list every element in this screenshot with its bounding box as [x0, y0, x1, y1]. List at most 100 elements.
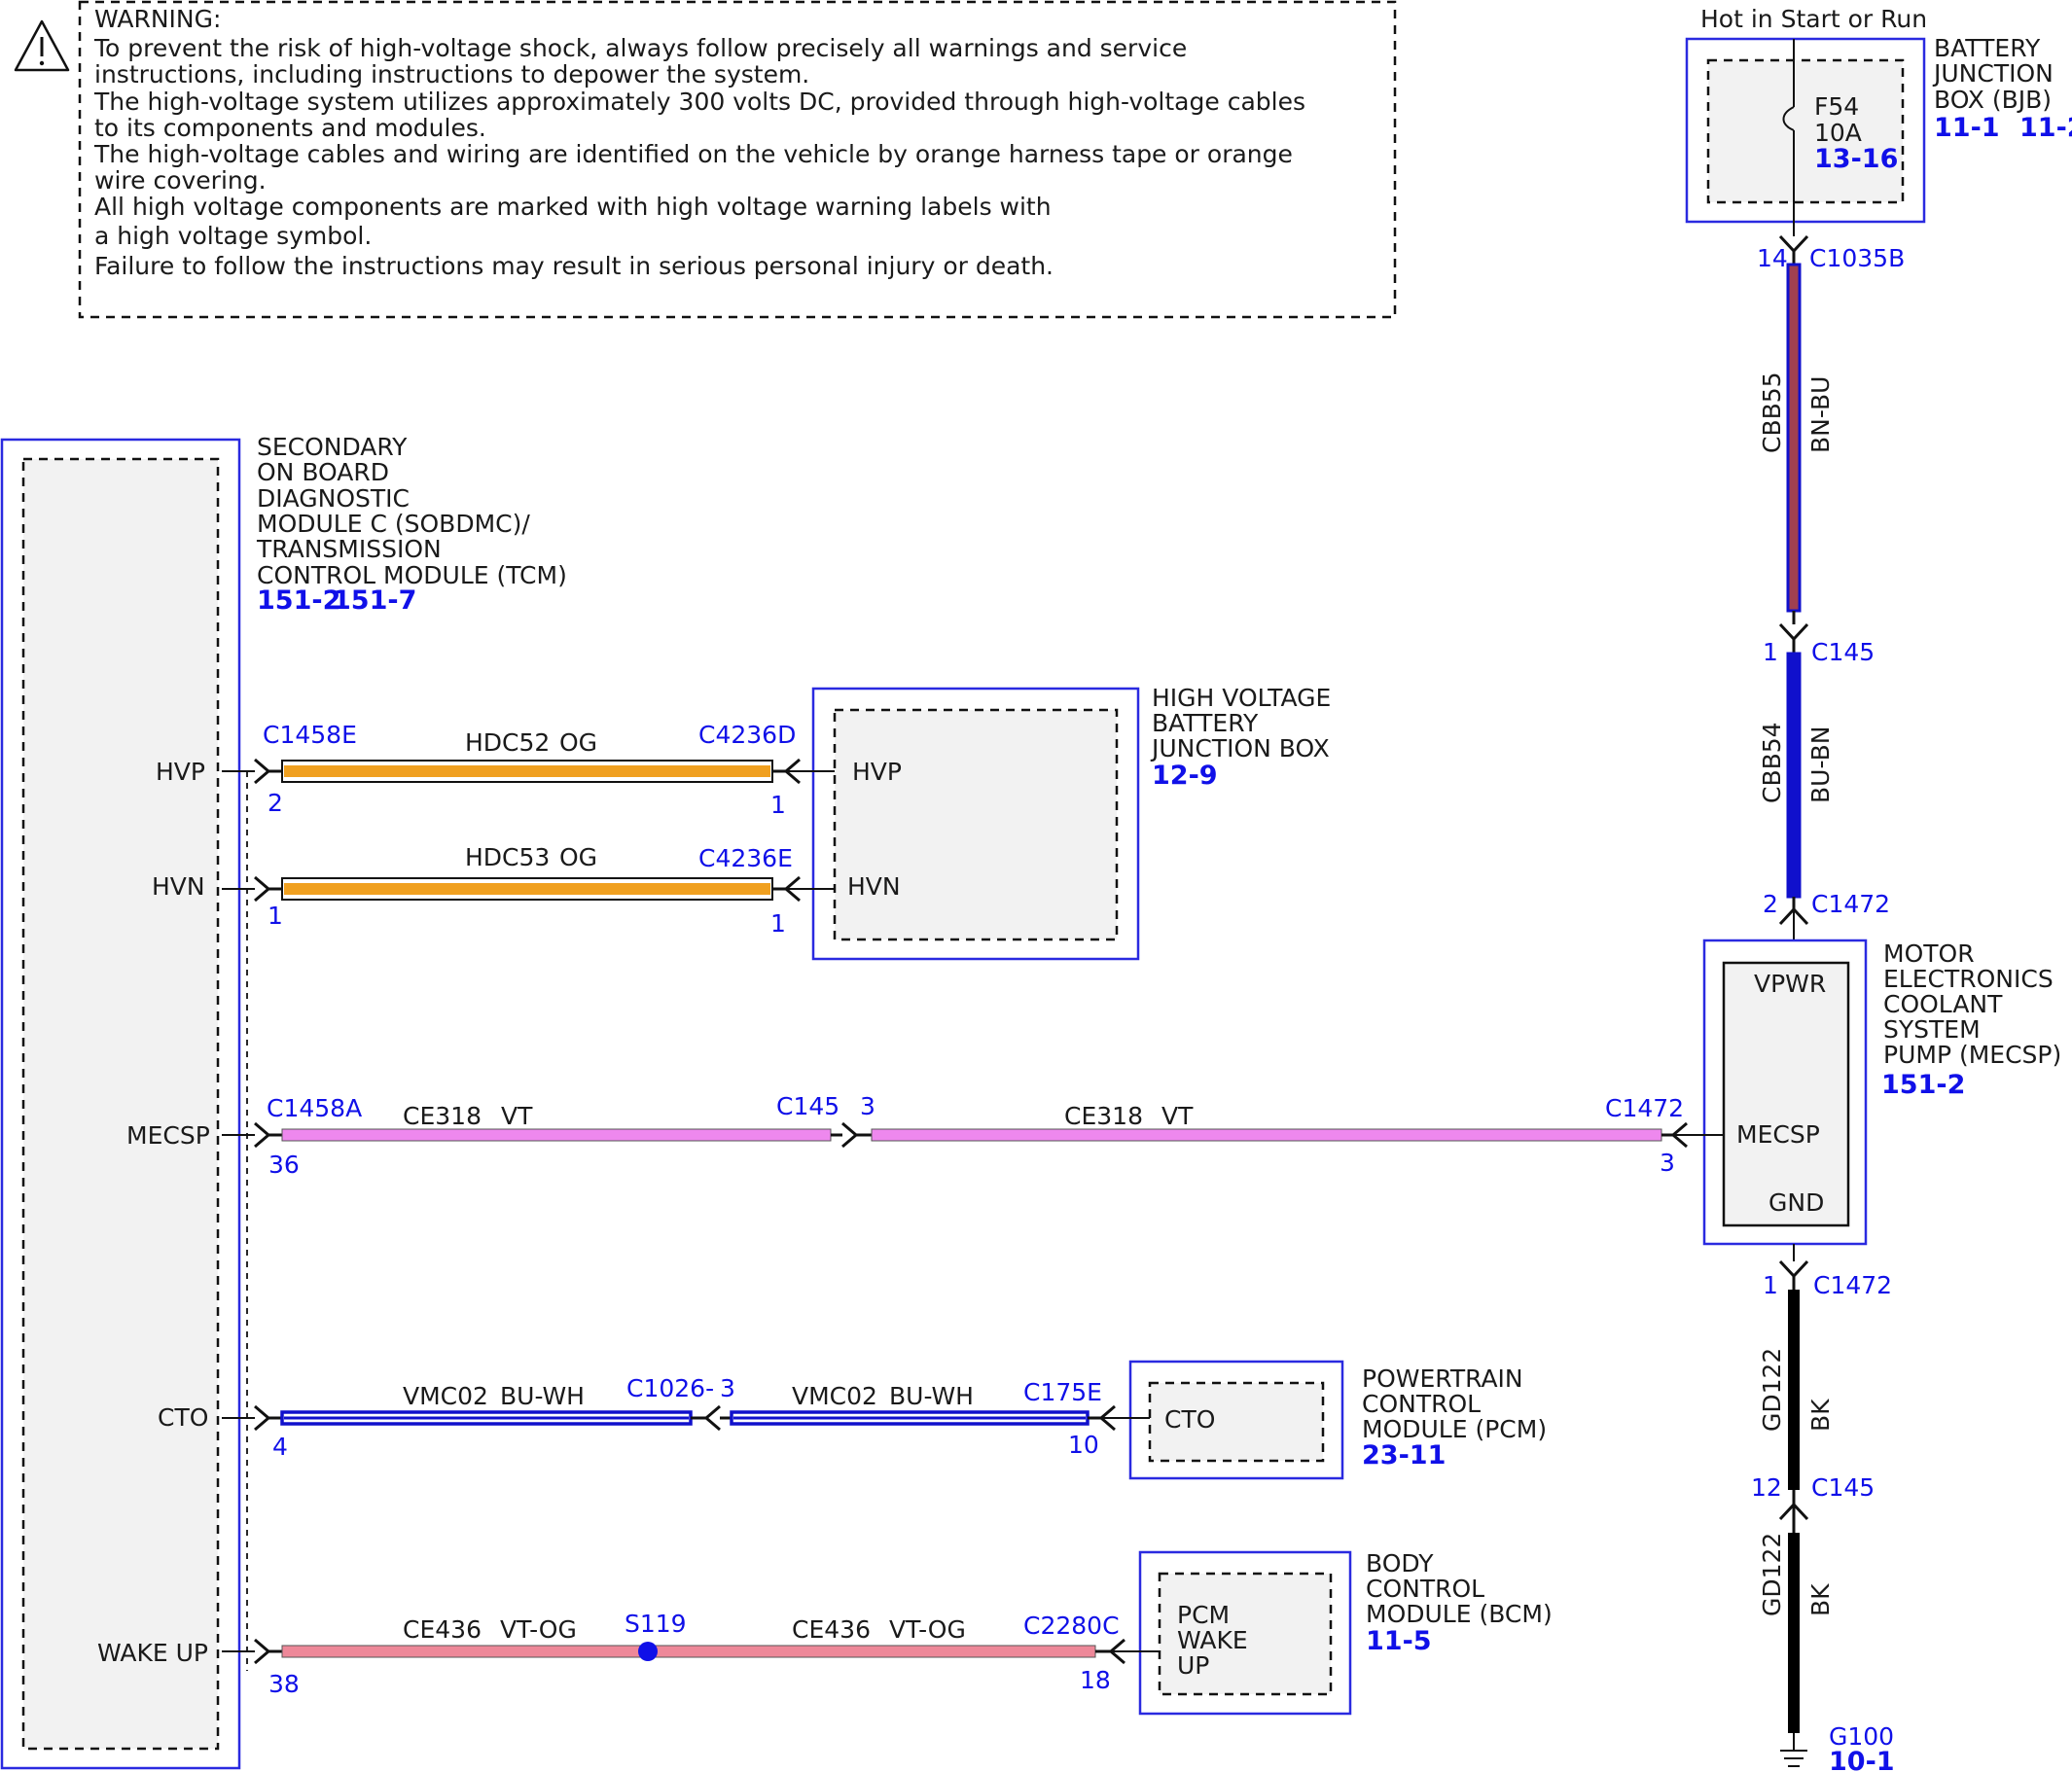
- splice-s119[interactable]: [638, 1642, 658, 1661]
- module-name-line: MOTOR: [1883, 939, 1975, 968]
- module-name-line: ON BOARD: [257, 458, 389, 486]
- pin-number: 3: [860, 1092, 875, 1120]
- page-ref-link[interactable]: 11-2: [2019, 113, 2072, 143]
- page-ref-link[interactable]: 151-7: [333, 585, 416, 616]
- page-ref-link[interactable]: 151-2: [257, 585, 340, 616]
- connector-id: C1458E: [263, 721, 357, 749]
- pin-number: 18: [1080, 1666, 1111, 1694]
- pin-label: HVP: [156, 758, 205, 786]
- ground-symbol-icon: [1780, 1750, 1807, 1767]
- connector-id: C1035B: [1809, 244, 1905, 272]
- page-ref-link[interactable]: 12-9: [1152, 761, 1218, 791]
- circuit-label: VMC02: [403, 1382, 488, 1410]
- pin-label: GND: [1768, 1188, 1824, 1217]
- wire-color: OG: [559, 728, 597, 757]
- connector-id: C175E: [1023, 1378, 1102, 1406]
- pin-number: 2: [1763, 890, 1778, 918]
- page-ref-link[interactable]: 11-5: [1366, 1626, 1432, 1656]
- connector-id: C4236E: [698, 844, 793, 872]
- pin-number: 2: [268, 789, 283, 817]
- pin-number: 4: [272, 1433, 288, 1461]
- module-name-line: POWERTRAIN: [1362, 1364, 1523, 1393]
- wire-hdc53[interactable]: 1 HDC53 OG C4236E 1: [222, 843, 835, 938]
- mecsp-module[interactable]: VPWR MECSP GND MOTOR ELECTRONICS COOLANT…: [1702, 939, 2061, 1246]
- warning-line: The high-voltage cables and wiring are i…: [93, 140, 1293, 168]
- warning-triangle-icon: [14, 19, 70, 72]
- connector-id: C1472: [1813, 1271, 1892, 1299]
- circuit-label: CE436: [403, 1615, 482, 1644]
- power-source-label: Hot in Start or Run: [1700, 5, 1927, 33]
- pin-number: 10: [1068, 1431, 1099, 1459]
- page-ref-link[interactable]: 151-2: [1881, 1070, 1965, 1100]
- circuit-label: CBB54: [1758, 722, 1786, 803]
- connector-id: C2280C: [1023, 1612, 1120, 1640]
- warning-line: instructions, including instructions to …: [94, 60, 809, 89]
- hv-battery-junction-box[interactable]: HVP HVN HIGH VOLTAGE BATTERY JUNCTION BO…: [811, 684, 1331, 961]
- wire-gd122-upper[interactable]: GD122 BK: [1758, 1290, 1835, 1490]
- connector-c145-ground: 12 C145: [1751, 1473, 1875, 1533]
- connector-id: C145: [776, 1092, 840, 1120]
- fuse-ref[interactable]: 13-16: [1814, 144, 1898, 174]
- circuit-label: HDC53: [465, 843, 550, 871]
- pin-label: CTO: [158, 1403, 208, 1432]
- wire-cbb54[interactable]: CBB54 BU-BN: [1758, 652, 1835, 899]
- module-name-line: BOX (BJB): [1934, 86, 2052, 114]
- fuse-rating: 10A: [1814, 119, 1862, 147]
- wire-cbb55[interactable]: CBB55 BN-BU: [1758, 263, 1835, 613]
- warning-line: to its components and modules.: [94, 114, 486, 142]
- warning-heading: WARNING:: [94, 5, 221, 33]
- connector-id: C1458A: [267, 1094, 362, 1122]
- pin-number: 1: [268, 902, 283, 930]
- fuse-name: F54: [1814, 92, 1859, 121]
- pin-label: HVP: [852, 758, 902, 786]
- wire-ce318[interactable]: C1458A 36 CE318 VT C145 3 CE318 VT C1472…: [222, 1092, 1724, 1179]
- pin-label: HVN: [847, 872, 901, 901]
- pin-label: MECSP: [126, 1121, 210, 1150]
- wire-gd122-lower[interactable]: GD122 BK: [1758, 1533, 1835, 1733]
- module-name-line: BODY: [1366, 1549, 1434, 1577]
- connector-id: C1026-: [626, 1374, 714, 1402]
- wiring-diagram: WARNING: To prevent the risk of high-vol…: [0, 0, 2072, 1772]
- pin-label: HVN: [152, 872, 205, 901]
- pin-label: MECSP: [1736, 1120, 1820, 1149]
- module-name-line: COOLANT: [1883, 990, 2003, 1018]
- connector-id: C1472: [1811, 890, 1890, 918]
- bcm-module[interactable]: PCM WAKE UP BODY CONTROL MODULE (BCM) 11…: [1138, 1549, 1553, 1716]
- connector-c1035b: 14 C1035B: [1757, 234, 1905, 272]
- circuit-label: CE318: [1064, 1102, 1143, 1130]
- wire-color: BK: [1806, 1583, 1835, 1616]
- pin-label: VPWR: [1754, 970, 1826, 998]
- wire-ce436[interactable]: 38 CE436 VT-OG S119 CE436 VT-OG C2280C 1…: [222, 1610, 1160, 1698]
- module-name-line: MODULE (PCM): [1362, 1415, 1547, 1443]
- warning-line: Failure to follow the instructions may r…: [94, 252, 1054, 280]
- module-name-line: PUMP (MECSP): [1883, 1041, 2061, 1069]
- wire-color: BK: [1806, 1399, 1835, 1432]
- pin-label-line: WAKE: [1177, 1626, 1248, 1654]
- wire-vmc02[interactable]: 4 VMC02 BU-WH C1026- 3 VMC02 BU-WH C175E…: [222, 1374, 1150, 1461]
- circuit-label: CE318: [403, 1102, 482, 1130]
- connector-c1472-ground: 1 C1472: [1763, 1244, 1892, 1299]
- pin-number: 1: [1763, 638, 1778, 666]
- module-name-line: SYSTEM: [1883, 1015, 1981, 1044]
- pcm-module[interactable]: CTO POWERTRAIN CONTROL MODULE (PCM) 23-1…: [1128, 1360, 1547, 1480]
- wire-color: VT-OG: [889, 1615, 966, 1644]
- page-ref-link[interactable]: 10-1: [1829, 1747, 1895, 1772]
- module-name-line: BATTERY: [1934, 34, 2041, 62]
- page-ref-link[interactable]: 11-1: [1934, 113, 2000, 143]
- splice-id: S119: [625, 1610, 687, 1638]
- pin-label: CTO: [1164, 1405, 1215, 1434]
- warning-line: To prevent the risk of high-voltage shoc…: [93, 34, 1187, 62]
- module-name-line: CONTROL: [1366, 1575, 1484, 1603]
- module-name-line: BATTERY: [1152, 709, 1259, 737]
- circuit-label: GD122: [1758, 1348, 1786, 1432]
- page-ref-link[interactable]: 23-11: [1362, 1440, 1446, 1471]
- circuit-label: VMC02: [792, 1382, 877, 1410]
- battery-junction-box[interactable]: Hot in Start or Run F54 10A 13-16 BATTER…: [1685, 5, 2072, 236]
- module-name-line: ELECTRONICS: [1883, 965, 2054, 993]
- pin-number: 38: [268, 1670, 300, 1698]
- wire-hdc52[interactable]: C1458E 2 HDC52 OG C4236D 1: [222, 721, 835, 819]
- module-name-line: TRANSMISSION: [256, 535, 442, 563]
- warning-line: a high voltage symbol.: [94, 222, 372, 250]
- connector-c145-power: 1 C145: [1763, 611, 1875, 666]
- wire-color: BU-WH: [500, 1382, 585, 1410]
